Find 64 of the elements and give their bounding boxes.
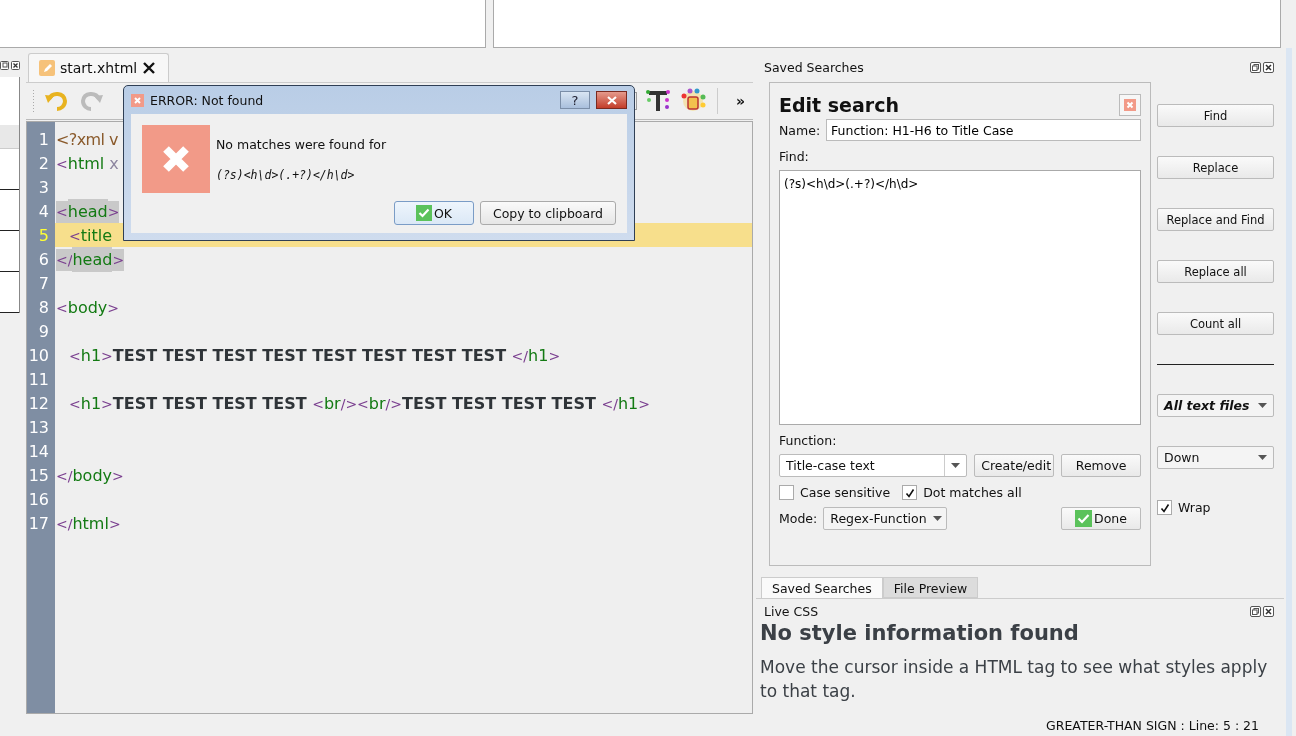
line-number: 5 [37,225,50,245]
code-line: <html x [55,153,119,173]
line-number: 12 [27,393,50,413]
field-label: Function: [779,433,838,448]
search-pattern: (?s)<h\d>(.+?)</h\d> [216,168,356,182]
line-number: 3 [37,177,50,197]
file-tab[interactable]: start.xhtml [28,53,170,82]
panel-tab[interactable]: File Preview [882,577,979,598]
line-number: 9 [37,321,50,341]
line-number: 17 [27,513,50,533]
code-line: </head> [53,249,125,269]
code-line: <h1>TEST TEST TEST TEST TEST TEST TEST TEST </h1> [68,345,561,365]
overflow-button[interactable]: » [733,93,747,109]
help-button[interactable]: ? [560,91,590,109]
line-number: 1 [37,129,50,149]
action-button[interactable]: Replace [1157,156,1274,179]
line-number: 4 [37,201,50,221]
checkbox[interactable]: Case sensitive [779,485,891,500]
field-label: Find: [779,149,810,164]
code-line: </body> [55,465,124,485]
line-number: 15 [27,465,50,485]
file-type-dropdown[interactable]: All text files [1157,394,1274,417]
wrap-checkbox[interactable]: Wrap [1157,500,1274,515]
ok-button[interactable]: OK [393,201,474,225]
code-line: <body> [55,297,120,317]
code-line: </html> [55,513,121,533]
dialog-message: No matches were found for [216,137,387,152]
code-line: <h1>TEST TEST TEST TEST <br/><br/>TEST TEST TEST TEST </h1> [68,393,650,413]
code-line: <title [68,225,112,245]
function-dropdown[interactable]: Title-case text [779,454,968,477]
direction-dropdown[interactable]: Down [1157,446,1274,469]
line-number: 2 [37,153,50,173]
name-field[interactable]: Function: H1-H6 to Title Case [826,119,1141,141]
line-number: 7 [37,273,50,293]
code-line: <head> [53,201,120,221]
panel-title: Saved Searches [764,59,864,75]
line-number: 6 [37,249,50,269]
panel-tab[interactable]: Saved Searches [761,577,883,598]
dialog-title: ERROR: Not found [150,92,264,108]
line-number: 13 [27,417,50,437]
remove-button[interactable]: Remove [1061,454,1141,477]
done-button[interactable]: Done [1061,507,1141,530]
action-button[interactable]: Replace and Find [1157,208,1274,231]
find-field[interactable]: (?s)<h\d>(.+?)</h\d> [779,170,1141,425]
line-number: 14 [27,441,50,461]
status-text: GREATER-THAN SIGN : Line: 5 : 21 [1045,718,1260,735]
live-css-message: Move the cursor inside a HTML tag to see what styles apply to that tag. [759,656,1269,703]
action-button[interactable]: Replace all [1157,260,1274,283]
live-css-heading: No style information found [759,621,1080,645]
field-label: Mode: [779,511,818,526]
action-button[interactable]: Count all [1157,312,1274,335]
copy-button[interactable]: Copy to clipboard [479,201,616,225]
line-number: 16 [27,489,50,509]
line-number: 8 [37,297,50,317]
field-label: Name: [779,122,821,138]
panel-heading: Edit search [779,94,899,116]
create-edit-button[interactable]: Create/edit [974,454,1055,477]
action-button[interactable]: Find [1157,104,1274,127]
line-number: 11 [27,369,50,389]
panel-title: Live CSS [764,603,819,619]
mode-dropdown[interactable]: Regex-Function [823,507,948,530]
code-line: <?xml v [55,129,118,149]
checkbox[interactable]: Dot matches all [902,485,1022,500]
line-number: 10 [27,345,50,365]
